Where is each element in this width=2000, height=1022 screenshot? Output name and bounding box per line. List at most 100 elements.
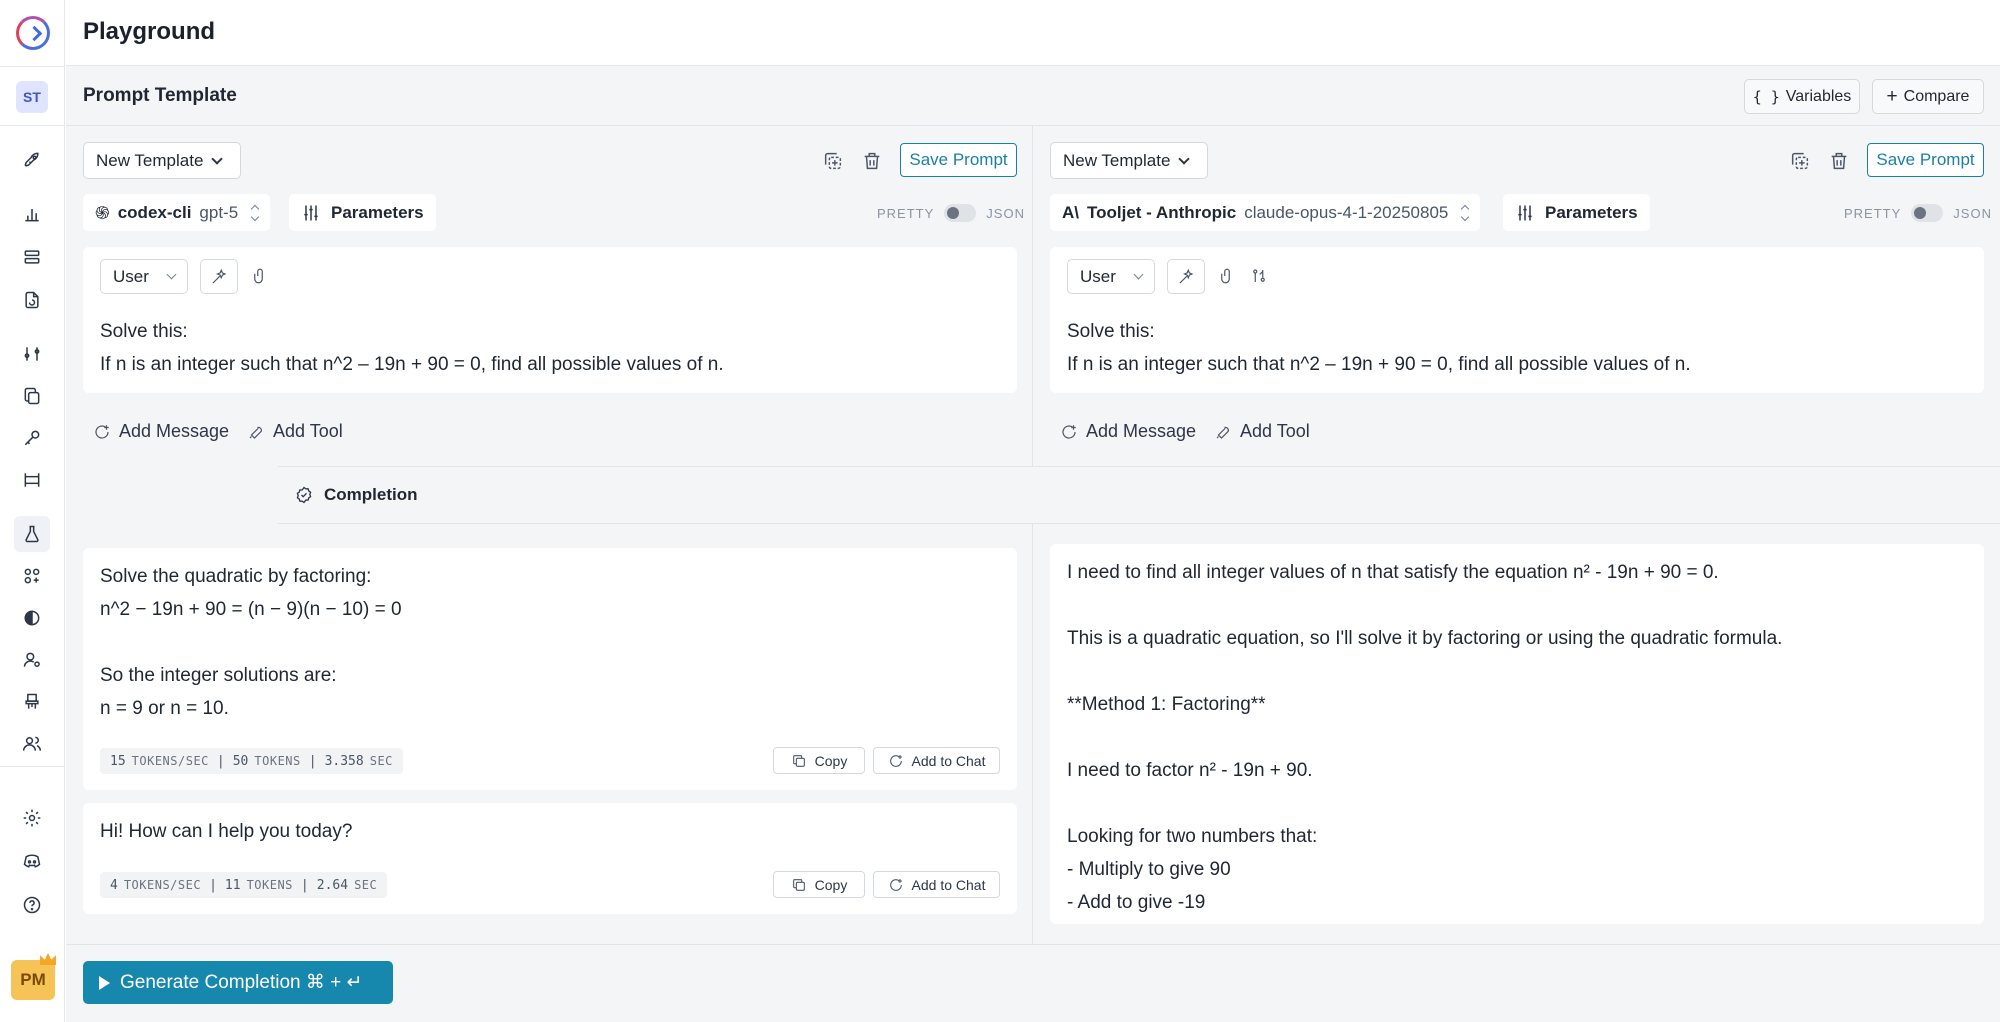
workflow-icon[interactable] [14,462,50,498]
document-refresh-icon[interactable] [14,282,50,318]
message-line: If n is an integer such that n^2 – 19n +… [100,354,724,375]
copy-button[interactable]: Copy [773,747,865,774]
sliders-icon[interactable] [14,336,50,372]
magic-wand-button[interactable] [1167,259,1205,294]
pretty-json-toggle-right[interactable]: PRETTY JSON [1844,204,1992,222]
updown-chevron-icon [250,204,260,221]
stat-value: 15 [110,753,126,769]
copy-documents-icon[interactable] [14,378,50,414]
duplicate-icon[interactable] [822,150,844,172]
contrast-icon[interactable] [14,600,50,636]
apps-icon[interactable] [14,558,50,594]
stat-value: 2.64 [316,877,349,893]
save-prompt-button-right[interactable]: Save Prompt [1867,143,1984,177]
generate-completion-button[interactable]: Generate Completion ⌘ + ↵ [83,961,393,1004]
add-tool-button-right[interactable]: Add Tool [1214,421,1310,442]
flask-icon[interactable] [14,516,50,552]
save-prompt-button-left[interactable]: Save Prompt [900,143,1017,177]
add-to-chat-button[interactable]: Add to Chat [873,871,1000,898]
chevron-down-icon [1133,269,1144,280]
add-to-chat-button[interactable]: Add to Chat [873,747,1000,774]
user-settings-icon[interactable] [14,642,50,678]
help-icon[interactable] [14,887,50,923]
parameters-button-left[interactable]: Parameters [289,194,436,231]
model-select-left[interactable]: ֍ codex-cli gpt-5 [83,194,271,231]
prompt-template-header: Prompt Template { } Variables + Compare [66,66,2000,126]
add-to-chat-label: Add to Chat [911,876,986,893]
add-message-label: Add Message [1086,421,1197,441]
copy-icon [792,878,805,891]
variables-label: Variables [1785,87,1852,105]
attachment-icon[interactable] [1218,267,1240,289]
template-label: New Template [1063,150,1171,170]
message-text[interactable]: Solve this: If n is an integer such that… [100,315,724,381]
sparkle-icon [1179,268,1194,283]
add-message-button-right[interactable]: Add Message [1060,421,1196,442]
compare-button[interactable]: + Compare [1872,79,1984,114]
template-select-left[interactable]: New Template [83,142,241,179]
bar-chart-icon[interactable] [14,196,50,232]
app-logo-icon[interactable] [16,16,50,50]
tool-call-icon[interactable] [1250,267,1272,289]
model-name: claude-opus-4-1-20250805 [1244,202,1449,222]
copy-label: Copy [814,752,848,769]
discord-icon[interactable] [14,843,50,879]
crown-icon [40,953,56,965]
message-line: Solve this: [1067,321,1155,342]
model-select-right[interactable]: A\ Tooljet - Anthropic claude-opus-4-1-2… [1050,194,1481,231]
parameters-button-right[interactable]: Parameters [1503,194,1650,231]
toggle-switch[interactable] [1911,204,1944,222]
variables-button[interactable]: { } Variables [1744,79,1860,114]
message-text[interactable]: Solve this: If n is an integer such that… [1067,315,1691,381]
chair-icon[interactable] [14,684,50,720]
add-to-chat-label: Add to Chat [911,752,986,769]
trash-icon[interactable] [861,150,883,172]
add-message-icon [95,424,109,439]
chevron-down-icon [166,269,177,280]
sparkle-icon [212,268,227,283]
workspace-avatar[interactable]: ST [16,81,48,113]
users-icon[interactable] [14,726,50,762]
completion-text: Hi! How can I help you today? [100,821,353,842]
completion-label: Completion [324,485,418,504]
generate-label: Generate Completion ⌘ + ↵ [120,972,363,993]
role-select[interactable]: User [100,259,188,294]
gear-icon[interactable] [14,800,50,836]
user-avatar[interactable]: PM [11,960,55,1000]
template-label: New Template [96,150,204,170]
magic-wand-button[interactable] [200,259,238,294]
copy-button[interactable]: Copy [773,871,865,898]
play-icon [99,975,110,990]
add-to-chat-icon [889,878,902,891]
add-tool-button-left[interactable]: Add Tool [247,421,343,442]
key-icon[interactable] [14,420,50,456]
message-card-left: User Solve this: If n is an integer such… [83,247,1017,393]
duplicate-icon[interactable] [1789,150,1811,172]
stat-value: 11 [224,877,241,893]
json-label: JSON [986,205,1025,221]
add-tool-label: Add Tool [273,421,343,441]
message-line: If n is an integer such that n^2 – 19n +… [1067,354,1691,375]
template-select-right[interactable]: New Template [1050,142,1208,179]
attachment-icon[interactable] [251,267,273,289]
pretty-json-toggle-left[interactable]: PRETTY JSON [877,204,1025,222]
list-icon[interactable] [14,239,50,275]
chevron-down-icon [211,152,224,165]
toggle-switch[interactable] [944,204,977,222]
json-label: JSON [1953,205,1992,221]
token-stats: 15 TOKENS/SEC | 50 TOKENS | 3.358 SEC [100,748,403,774]
parameters-label: Parameters [331,202,424,222]
role-select[interactable]: User [1067,259,1155,294]
trash-icon[interactable] [1828,150,1850,172]
wrench-icon [1216,426,1229,439]
add-tool-label: Add Tool [1240,421,1310,441]
copy-icon [792,754,805,767]
add-message-icon [1062,424,1076,439]
copy-label: Copy [814,876,848,893]
provider-name: codex-cli [117,202,192,222]
sliders-icon [304,205,318,220]
rocket-icon[interactable] [14,142,50,178]
stat-unit: TOKENS [254,754,301,768]
add-message-button-left[interactable]: Add Message [93,421,229,442]
message-card-right: User Solve this: If n is an integer such… [1050,247,1984,393]
